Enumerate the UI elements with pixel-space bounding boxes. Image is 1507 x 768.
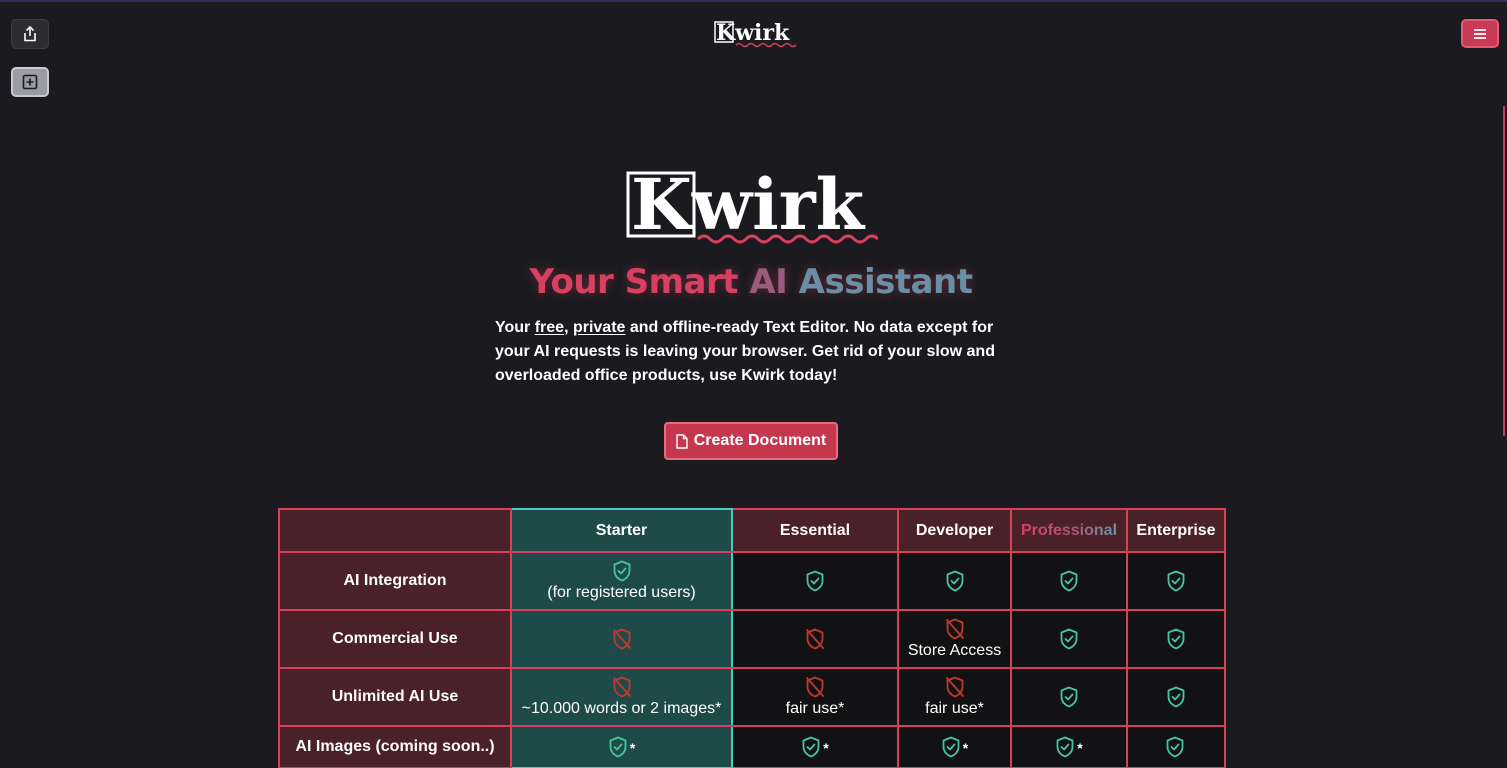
shield-check-icon: [1167, 686, 1185, 708]
scrollbar[interactable]: [1503, 106, 1505, 436]
pricing-row: Commercial Use Store Access: [278, 609, 1226, 669]
shield-off-icon: [806, 676, 824, 698]
shield-check-icon: [1056, 736, 1074, 758]
cell-enterprise: [1126, 725, 1226, 768]
plan-enterprise: Enterprise: [1126, 508, 1226, 553]
cell-professional: [1010, 667, 1128, 727]
menu-button[interactable]: [1461, 19, 1499, 48]
feature-label: AI Integration: [278, 551, 512, 611]
pricing-row: Unlimited AI Use ~10.000 words or 2 image…: [278, 667, 1226, 727]
hero-logo-text: Kwirk: [631, 170, 866, 244]
hero-description: Your free, private and offline-ready Tex…: [495, 319, 995, 384]
shield-check-icon: [1167, 628, 1185, 650]
cell-essential: *: [731, 725, 899, 768]
cell-essential: fair use*: [731, 667, 899, 727]
cell-enterprise: [1126, 667, 1226, 727]
private-link[interactable]: private: [573, 319, 625, 336]
feature-label: AI Images (coming soon..): [278, 725, 512, 768]
hero-logo: Kwirk: [626, 170, 878, 244]
pricing-header-row: Starter Essential Developer Professional…: [278, 508, 1226, 553]
cell-developer: fair use*: [897, 667, 1012, 727]
footnote-star: *: [962, 739, 969, 756]
footnote-star: *: [629, 739, 636, 756]
footnote-star: *: [823, 739, 829, 756]
cell-starter: [510, 609, 733, 669]
create-document-label: Create Document: [693, 432, 827, 449]
shield-check-icon: [609, 736, 627, 758]
shield-check-icon: [1167, 570, 1185, 592]
cell-professional: [1010, 609, 1128, 669]
add-square-icon: [22, 74, 38, 90]
pricing-corner: [278, 508, 512, 553]
pricing-row: AI Integration (for registered users): [278, 551, 1226, 611]
free-link[interactable]: free: [535, 319, 564, 336]
create-document-button[interactable]: Create Document: [664, 422, 838, 460]
plan-developer: Developer: [897, 508, 1012, 553]
shield-check-icon: [1166, 736, 1184, 758]
cell-starter: (for registered users): [510, 551, 733, 611]
plan-professional: Professional: [1010, 508, 1128, 553]
header-logo-text: Kwirk: [716, 20, 790, 46]
shield-check-icon: [942, 736, 960, 758]
shield-check-icon: [802, 736, 820, 758]
cell-professional: *: [1010, 725, 1128, 768]
plan-essential: Essential: [731, 508, 899, 553]
header-logo[interactable]: Kwirk: [714, 18, 798, 48]
cell-developer: *: [897, 725, 1012, 768]
cell-starter: ~10.000 words or 2 images*: [510, 667, 733, 727]
shield-check-icon: [946, 570, 963, 592]
shield-off-icon: [945, 618, 964, 640]
shield-check-icon: [1060, 686, 1078, 708]
shield-off-icon: [612, 628, 631, 650]
plan-starter: Starter: [510, 508, 733, 553]
feature-label: Unlimited AI Use: [278, 667, 512, 727]
shield-off-icon: [612, 676, 631, 698]
share-icon: [24, 26, 36, 42]
cell-essential: [731, 609, 899, 669]
cell-enterprise: [1126, 609, 1226, 669]
cell-note: Store Access: [907, 642, 1002, 659]
headline: Your Smart AI Assistant: [529, 262, 973, 302]
footnote-star: *: [1077, 739, 1083, 756]
hamburger-menu-icon: [1474, 28, 1486, 39]
cell-note: fair use*: [785, 700, 845, 717]
cell-note: (for registered users): [547, 584, 696, 601]
cell-developer: [897, 551, 1012, 611]
shield-check-icon: [613, 560, 630, 582]
share-button[interactable]: [11, 19, 49, 49]
cell-note: fair use*: [925, 700, 984, 717]
shield-check-icon: [806, 570, 824, 592]
cell-enterprise: [1126, 551, 1226, 611]
document-icon: [676, 433, 688, 449]
add-block-button[interactable]: [11, 67, 49, 97]
shield-check-icon: [1060, 570, 1078, 592]
cell-starter: *: [510, 725, 733, 768]
feature-label: Commercial Use: [278, 609, 512, 669]
pricing-table: Starter Essential Developer Professional…: [278, 508, 1226, 768]
cell-essential: [731, 551, 899, 611]
pricing-row: AI Images (coming soon..) * * * *: [278, 725, 1226, 768]
shield-check-icon: [1060, 628, 1078, 650]
cell-note: ~10.000 words or 2 images*: [521, 700, 722, 717]
top-border: [0, 0, 1507, 2]
cell-professional: [1010, 551, 1128, 611]
shield-off-icon: [945, 676, 964, 698]
shield-off-icon: [806, 628, 824, 650]
cell-developer: Store Access: [897, 609, 1012, 669]
